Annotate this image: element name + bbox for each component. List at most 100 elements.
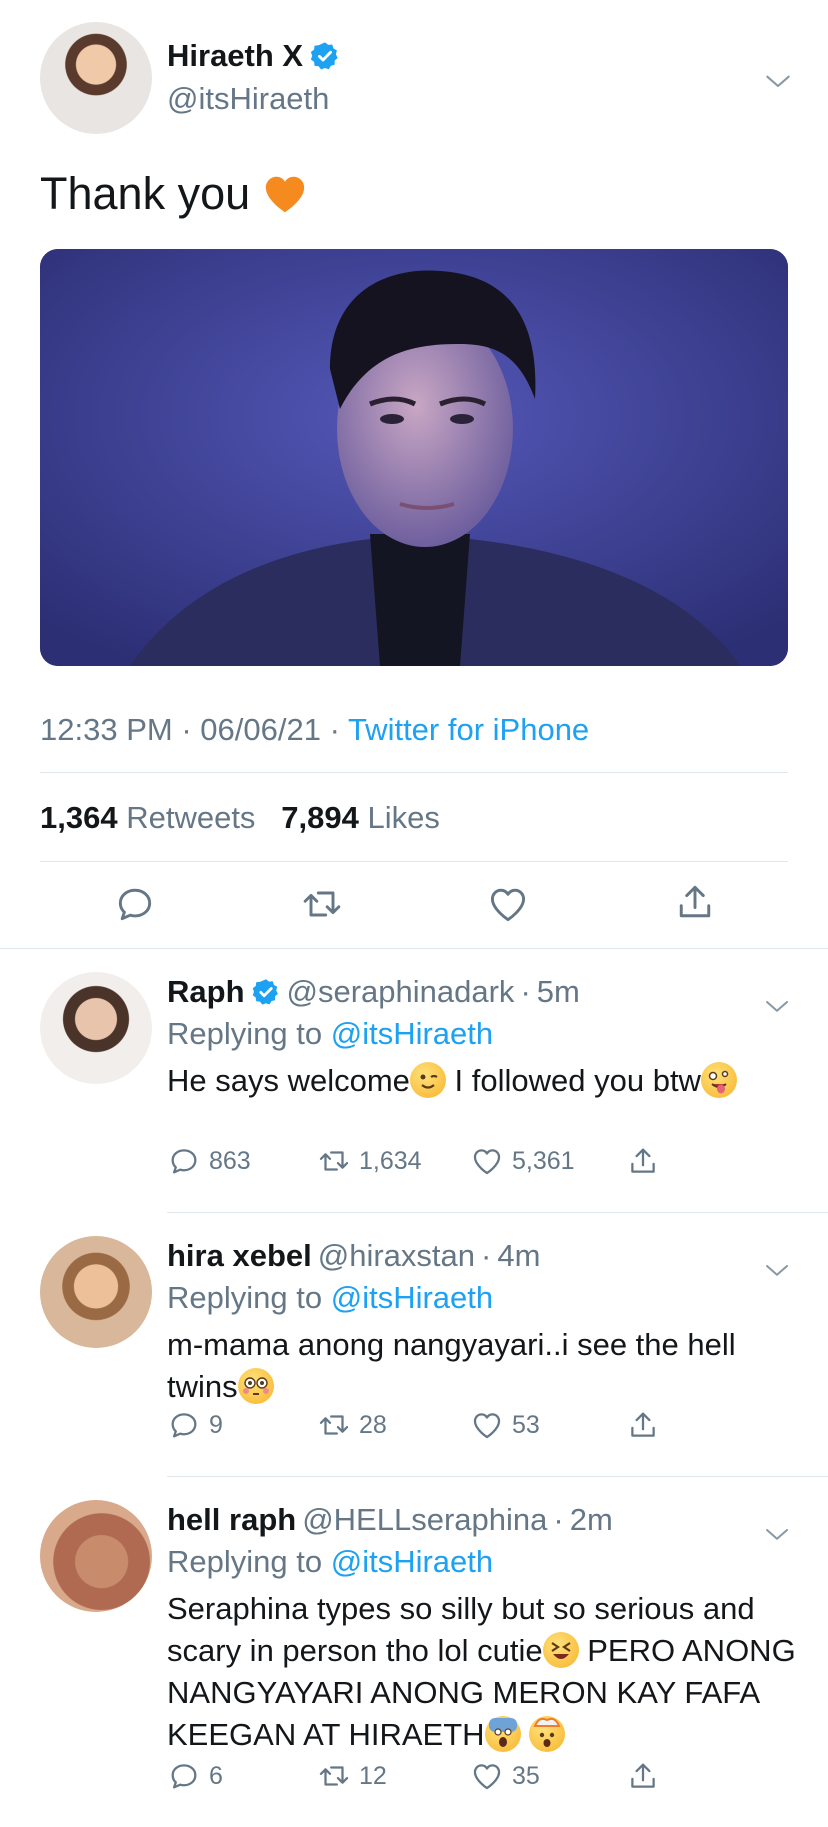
retweet-count: 1,634	[359, 1146, 422, 1175]
replying-to-label: Replying to	[167, 1280, 323, 1315]
replying-to-handle[interactable]: @itsHiraeth	[331, 1016, 493, 1051]
reply-icon[interactable]	[167, 1408, 201, 1442]
reply-author-handle[interactable]: @HELLseraphina	[302, 1502, 547, 1538]
reply-text: m-mama anong nangyayari..i see the hell …	[167, 1324, 807, 1408]
meta-separator: ·	[481, 1238, 492, 1273]
tweet-text: Thank you	[40, 168, 308, 220]
chevron-down-icon[interactable]	[762, 66, 794, 98]
retweet-icon[interactable]	[300, 882, 344, 926]
reply-count: 9	[209, 1410, 223, 1439]
retweet-count[interactable]: 1,364	[40, 800, 118, 835]
author-name[interactable]: Hiraeth X	[167, 38, 303, 74]
replying-to: Replying to @itsHiraeth	[167, 1016, 493, 1052]
like-icon[interactable]	[470, 1759, 504, 1793]
like-count[interactable]: 7,894	[281, 800, 359, 835]
like-icon[interactable]	[486, 882, 530, 926]
retweet-label[interactable]: Retweets	[126, 800, 255, 835]
reply-author-handle[interactable]: @hiraxstan	[318, 1238, 475, 1274]
share-icon[interactable]	[626, 1144, 660, 1178]
reply-avatar[interactable]	[40, 972, 152, 1084]
tweet-text-content: Thank you	[40, 168, 251, 219]
tweet-meta: 12:33 PM · 06/06/21 · Twitter for iPhone	[40, 712, 589, 748]
tweet-date: 06/06/21	[200, 712, 321, 747]
retweet-count: 28	[359, 1410, 387, 1439]
tweet-stats: 1,364 Retweets 7,894 Likes	[40, 800, 440, 836]
tweet-photo-image	[40, 249, 788, 666]
like-label[interactable]: Likes	[367, 800, 439, 835]
author-name-row[interactable]: Hiraeth X	[167, 38, 341, 74]
share-icon[interactable]	[673, 880, 717, 924]
reply-text: He says welcome I followed you btw	[167, 1060, 807, 1102]
squinting-laughing-face-icon	[542, 1632, 579, 1668]
reply-author-name[interactable]: Raph	[167, 974, 245, 1010]
reply-text-part: I followed you btw	[445, 1063, 701, 1098]
reply-tweet[interactable]: Raph @seraphinadark · 5m Replying to @it…	[0, 950, 828, 1214]
reply-icon[interactable]	[167, 1759, 201, 1793]
reply-avatar[interactable]	[40, 1236, 152, 1348]
reply-icon[interactable]	[167, 1144, 201, 1178]
tweet-source-link[interactable]: Twitter for iPhone	[348, 712, 589, 747]
reply-action-reply[interactable]: 863	[167, 1144, 251, 1178]
like-icon[interactable]	[470, 1408, 504, 1442]
reply-action-share[interactable]	[626, 1144, 660, 1178]
divider	[0, 948, 828, 949]
replying-to-handle[interactable]: @itsHiraeth	[331, 1544, 493, 1579]
zany-face-icon	[700, 1062, 737, 1098]
like-icon[interactable]	[470, 1144, 504, 1178]
tweet-time: 12:33 PM	[40, 712, 173, 747]
replying-to-label: Replying to	[167, 1544, 323, 1579]
reply-icon[interactable]	[113, 882, 157, 926]
replying-to: Replying to @itsHiraeth	[167, 1544, 493, 1580]
reply-author-handle[interactable]: @seraphinadark	[287, 974, 515, 1010]
reply-header: hira xebel @hiraxstan · 4m	[167, 1238, 540, 1274]
reply-action-retweet[interactable]: 1,634	[317, 1144, 422, 1178]
reply-author-name[interactable]: hell raph	[167, 1502, 296, 1538]
author-avatar[interactable]	[40, 22, 152, 134]
divider	[167, 1476, 828, 1477]
reply-action-like[interactable]: 35	[470, 1759, 540, 1793]
reply-action-share[interactable]	[626, 1759, 660, 1793]
retweet-icon[interactable]	[317, 1759, 351, 1793]
retweet-icon[interactable]	[317, 1144, 351, 1178]
reply-action-reply[interactable]: 6	[167, 1759, 223, 1793]
chevron-down-icon[interactable]	[762, 1256, 792, 1286]
chevron-down-icon[interactable]	[762, 992, 792, 1022]
screaming-face-icon	[484, 1716, 521, 1752]
retweet-count: 12	[359, 1761, 387, 1790]
share-icon[interactable]	[626, 1759, 660, 1793]
reply-tweet[interactable]: hira xebel @hiraxstan · 4m Replying to @…	[0, 1214, 828, 1478]
replying-to-handle[interactable]: @itsHiraeth	[331, 1280, 493, 1315]
like-count: 5,361	[512, 1146, 575, 1175]
replying-to-label: Replying to	[167, 1016, 323, 1051]
chevron-down-icon[interactable]	[762, 1520, 792, 1550]
verified-icon	[251, 977, 281, 1007]
reply-text: Seraphina types so silly but so serious …	[167, 1588, 807, 1756]
orange-heart-icon	[265, 176, 305, 213]
reply-avatar[interactable]	[40, 1500, 152, 1612]
divider	[40, 861, 788, 862]
like-count: 53	[512, 1410, 540, 1439]
reply-header: Raph @seraphinadark · 5m	[167, 974, 580, 1010]
meta-separator: ·	[329, 712, 348, 747]
reply-action-share[interactable]	[626, 1408, 660, 1442]
reply-age: 2m	[569, 1502, 613, 1537]
tweet-photo[interactable]	[40, 249, 788, 666]
reply-action-like[interactable]: 5,361	[470, 1144, 575, 1178]
reply-action-like[interactable]: 53	[470, 1408, 540, 1442]
divider	[167, 1212, 828, 1213]
reply-age: 5m	[536, 974, 580, 1009]
reply-age: 4m	[497, 1238, 541, 1273]
like-count: 35	[512, 1761, 540, 1790]
reply-action-retweet[interactable]: 28	[317, 1408, 387, 1442]
meta-separator: ·	[520, 974, 531, 1009]
reply-count: 6	[209, 1761, 223, 1790]
reply-author-name[interactable]: hira xebel	[167, 1238, 312, 1274]
share-icon[interactable]	[626, 1408, 660, 1442]
reply-tweet[interactable]: hell raph @HELLseraphina · 2m Replying t…	[0, 1478, 828, 1827]
reply-action-reply[interactable]: 9	[167, 1408, 223, 1442]
retweet-icon[interactable]	[317, 1408, 351, 1442]
author-handle[interactable]: @itsHiraeth	[167, 81, 329, 117]
reply-action-retweet[interactable]: 12	[317, 1759, 387, 1793]
divider	[40, 772, 788, 773]
meta-separator: ·	[181, 712, 201, 747]
